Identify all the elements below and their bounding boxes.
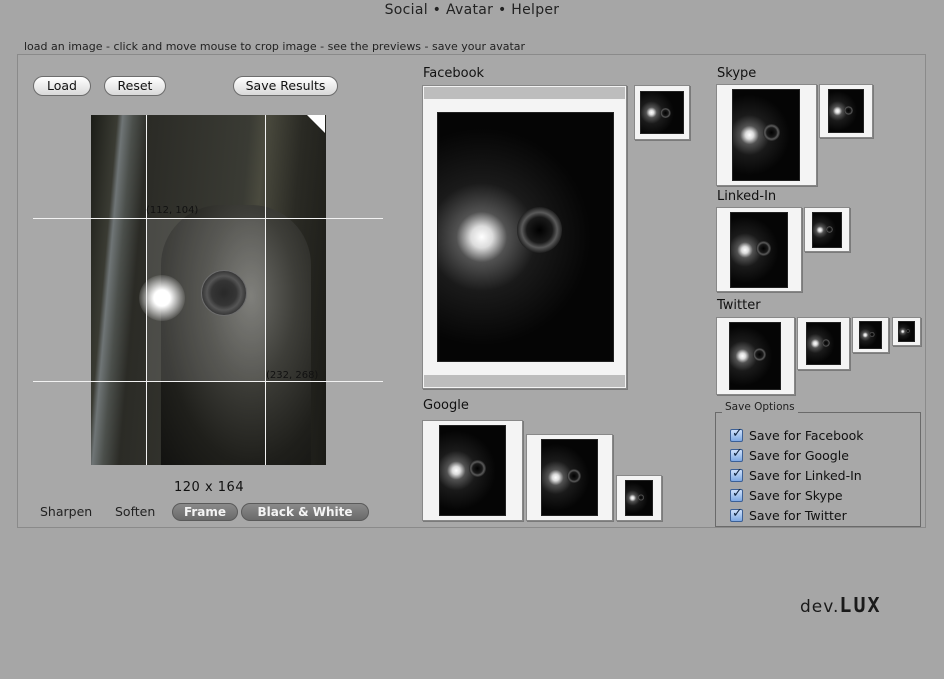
crop-guide-bottom[interactable] xyxy=(33,381,383,382)
skype-small-image xyxy=(828,89,864,133)
checkbox[interactable]: ✓ xyxy=(730,445,743,462)
sharpen-toggle[interactable]: Sharpen xyxy=(40,504,92,519)
linkedin-large-image xyxy=(730,212,788,288)
skype-title: Skype xyxy=(717,66,757,81)
checkmark-icon: ✓ xyxy=(732,465,743,481)
save-twitter-option[interactable]: ✓ Save for Twitter xyxy=(730,506,847,524)
save-linkedin-label: Save for Linked-In xyxy=(749,467,862,483)
google-preview-large xyxy=(422,420,523,521)
skype-preview-small xyxy=(819,84,873,138)
checkmark-icon: ✓ xyxy=(732,425,743,441)
checkmark-icon: ✓ xyxy=(732,445,743,461)
frame-toggle[interactable]: Frame xyxy=(172,503,238,521)
checkbox[interactable]: ✓ xyxy=(730,505,743,522)
save-facebook-option[interactable]: ✓ Save for Facebook xyxy=(730,426,864,444)
save-linkedin-option[interactable]: ✓ Save for Linked-In xyxy=(730,466,862,484)
logo-name: LUX xyxy=(839,593,882,617)
google-preview-medium xyxy=(526,434,613,521)
twitter-preview-1 xyxy=(716,317,795,395)
twitter-image-4 xyxy=(898,321,915,342)
crop-guide-top[interactable] xyxy=(33,218,383,219)
twitter-preview-4 xyxy=(892,317,921,346)
save-options-legend: Save Options xyxy=(722,401,798,413)
save-results-button[interactable]: Save Results xyxy=(233,76,338,96)
crop-guide-right[interactable] xyxy=(265,115,266,465)
save-skype-option[interactable]: ✓ Save for Skype xyxy=(730,486,843,504)
checkbox[interactable]: ✓ xyxy=(730,485,743,502)
load-button[interactable]: Load xyxy=(33,76,91,96)
save-google-option[interactable]: ✓ Save for Google xyxy=(730,446,849,464)
facebook-title: Facebook xyxy=(423,66,485,81)
crop-selection[interactable] xyxy=(146,218,265,382)
save-facebook-label: Save for Facebook xyxy=(749,427,864,443)
checkbox[interactable]: ✓ xyxy=(730,465,743,482)
facebook-cover-band-top xyxy=(424,87,625,99)
crop-size-label: 120 x 164 xyxy=(174,480,245,495)
google-medium-image xyxy=(541,439,598,516)
google-preview-small xyxy=(616,475,662,521)
save-google-label: Save for Google xyxy=(749,447,849,463)
image-corner-handle[interactable] xyxy=(307,115,325,133)
checkmark-icon: ✓ xyxy=(732,505,743,521)
reset-button[interactable]: Reset xyxy=(104,76,166,96)
facebook-small-image xyxy=(640,91,684,134)
facebook-preview-large xyxy=(422,85,627,389)
crop-bottom-right-coords: (232, 268) xyxy=(266,370,319,381)
facebook-cover-band-bottom xyxy=(424,375,625,387)
facebook-large-image xyxy=(437,112,614,362)
logo-prefix: dev. xyxy=(800,597,840,617)
twitter-image-2 xyxy=(806,322,841,365)
linkedin-preview-large xyxy=(716,207,802,292)
google-small-image xyxy=(625,480,653,516)
twitter-image-3 xyxy=(859,321,882,349)
skype-large-image xyxy=(732,89,800,181)
linkedin-small-image xyxy=(812,212,842,248)
twitter-title: Twitter xyxy=(717,298,761,313)
checkbox[interactable]: ✓ xyxy=(730,425,743,442)
google-title: Google xyxy=(423,398,469,413)
twitter-image-1 xyxy=(729,322,781,390)
skype-preview-large xyxy=(716,84,817,186)
twitter-preview-2 xyxy=(797,317,850,370)
google-large-image xyxy=(439,425,506,516)
black-white-toggle[interactable]: Black & White xyxy=(241,503,369,521)
soften-toggle[interactable]: Soften xyxy=(115,504,155,519)
linkedin-preview-small xyxy=(804,207,850,252)
crop-guide-left[interactable] xyxy=(146,115,147,465)
save-skype-label: Save for Skype xyxy=(749,487,843,503)
facebook-preview-small xyxy=(634,85,690,140)
linkedin-title: Linked-In xyxy=(717,189,777,204)
devlux-logo: dev.LUX xyxy=(800,593,882,617)
instructions-text: load an image - click and move mouse to … xyxy=(24,40,526,53)
twitter-preview-3 xyxy=(852,317,889,353)
checkmark-icon: ✓ xyxy=(732,485,743,501)
crop-top-left-coords: (112, 104) xyxy=(146,205,199,216)
window-title: Social • Avatar • Helper xyxy=(384,2,560,18)
save-twitter-label: Save for Twitter xyxy=(749,507,847,523)
